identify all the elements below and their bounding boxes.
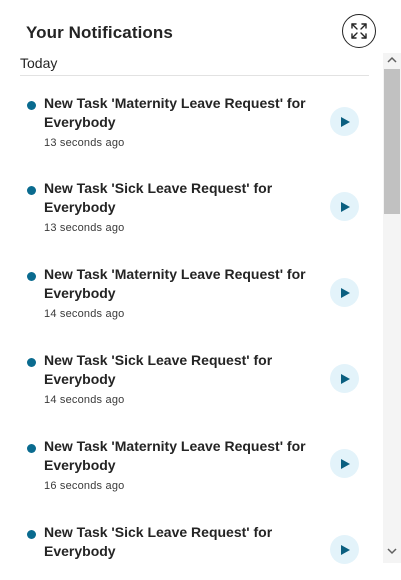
notification-message: New Task 'Sick Leave Request' for Everyb…	[44, 352, 273, 387]
notification-message: New Task 'Maternity Leave Request' for E…	[44, 266, 306, 301]
unread-dot-icon	[27, 358, 36, 367]
notification-time: 13 seconds ago	[44, 222, 125, 234]
panel-title: Your Notifications	[26, 23, 173, 42]
panel-header: Your Notifications	[26, 20, 173, 46]
notification-message: New Task 'Sick Leave Request' for Everyb…	[44, 180, 273, 215]
section-label: Today	[20, 55, 369, 76]
play-button[interactable]	[330, 107, 359, 136]
play-icon	[340, 458, 350, 469]
play-icon	[340, 287, 350, 298]
play-button[interactable]	[330, 192, 359, 221]
expand-button[interactable]	[342, 14, 376, 48]
notification-item[interactable]: New Task 'Sick Leave Request' for Everyb…	[0, 172, 380, 258]
chevron-up-icon	[387, 56, 397, 63]
scroll-down-arrow[interactable]	[383, 544, 401, 558]
play-icon	[340, 544, 350, 555]
notification-item[interactable]: New Task 'Maternity Leave Request' for E…	[0, 86, 380, 172]
notification-time: 13 seconds ago	[44, 137, 125, 149]
notifications-panel: Your Notifications Today New Task 'Mater…	[0, 0, 401, 580]
unread-dot-icon	[27, 272, 36, 281]
play-icon	[340, 373, 350, 384]
notification-item[interactable]: New Task 'Maternity Leave Request' for E…	[0, 258, 380, 344]
notification-time: 16 seconds ago	[44, 480, 125, 492]
notification-message: New Task 'Maternity Leave Request' for E…	[44, 438, 306, 473]
expand-arrows-icon	[351, 23, 367, 39]
notification-message: New Task 'Maternity Leave Request' for E…	[44, 95, 306, 130]
notification-time: 14 seconds ago	[44, 308, 125, 320]
notification-time: 14 seconds ago	[44, 394, 125, 406]
play-button[interactable]	[330, 449, 359, 478]
unread-dot-icon	[27, 530, 36, 539]
play-icon	[340, 201, 350, 212]
unread-dot-icon	[27, 101, 36, 110]
play-button[interactable]	[330, 278, 359, 307]
unread-dot-icon	[27, 186, 36, 195]
scroll-up-arrow[interactable]	[383, 53, 401, 67]
notification-item[interactable]: New Task 'Maternity Leave Request' for E…	[0, 429, 380, 515]
notification-item[interactable]: New Task 'Sick Leave Request' for Everyb…	[0, 515, 380, 580]
unread-dot-icon	[27, 444, 36, 453]
chevron-down-icon	[387, 548, 397, 555]
section-today: Today	[20, 55, 369, 76]
play-button[interactable]	[330, 535, 359, 564]
play-icon	[340, 116, 350, 127]
scrollbar-thumb[interactable]	[384, 69, 400, 214]
play-button[interactable]	[330, 364, 359, 393]
notification-message: New Task 'Sick Leave Request' for Everyb…	[44, 524, 273, 559]
notification-item[interactable]: New Task 'Sick Leave Request' for Everyb…	[0, 343, 380, 429]
